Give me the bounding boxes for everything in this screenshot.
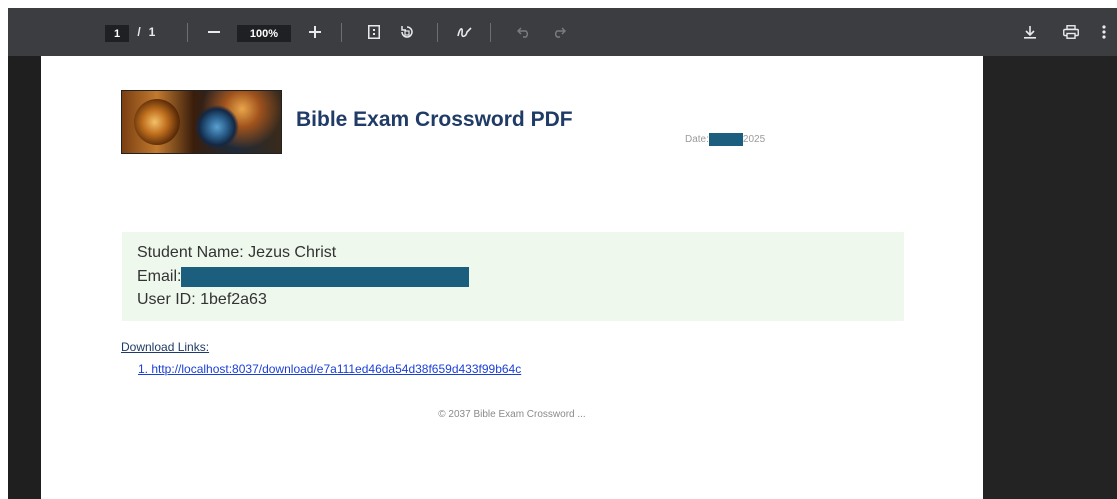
date-year: 2025 <box>742 134 766 145</box>
email-label: Email: <box>137 268 182 285</box>
fit-page-icon[interactable] <box>363 20 385 44</box>
email-redaction <box>181 267 470 287</box>
student-email: Email: <box>137 267 470 287</box>
draw-icon[interactable] <box>454 20 476 44</box>
toolbar-divider <box>187 23 188 42</box>
viewer-right-gutter <box>983 56 1117 499</box>
print-icon[interactable] <box>1060 20 1082 44</box>
pdf-viewer: 1 / 1 100% Bible Exam Crossword PDF Date… <box>8 8 1117 499</box>
more-vert-icon[interactable] <box>1097 20 1111 44</box>
document-title: Bible Exam Crossword PDF <box>296 108 573 131</box>
toolbar-divider <box>437 23 438 42</box>
student-user-id: User ID: 1bef2a63 <box>137 291 267 308</box>
student-name: Student Name: Jezus Christ <box>137 244 337 261</box>
page-total: 1 <box>148 25 156 39</box>
date-label: Date: <box>685 134 709 145</box>
download-link[interactable]: 1. http://localhost:8037/download/e7a111… <box>138 362 521 376</box>
page-number-input[interactable]: 1 <box>105 25 129 42</box>
minus-icon[interactable] <box>203 20 225 44</box>
document-viewport[interactable]: Bible Exam Crossword PDF Date: 2025 Stude… <box>8 56 1117 499</box>
rotate-icon[interactable] <box>396 20 418 44</box>
download-links-heading: Download Links: <box>121 340 210 354</box>
pdf-toolbar: 1 / 1 100% <box>8 8 1117 56</box>
zoom-level-input[interactable]: 100% <box>237 25 291 42</box>
toolbar-divider <box>341 23 342 42</box>
lion-image-detail <box>134 99 180 145</box>
viewer-left-gutter <box>8 56 41 499</box>
date-redaction <box>708 133 743 146</box>
redo-icon[interactable] <box>548 20 570 44</box>
pdf-page: Bible Exam Crossword PDF Date: 2025 Stude… <box>41 56 983 499</box>
document-footer: © 2037 Bible Exam Crossword ... <box>438 409 586 420</box>
page-separator: / <box>137 25 141 39</box>
student-info-box: Student Name: Jezus Christ Email: User I… <box>122 232 904 321</box>
toolbar-divider <box>490 23 491 42</box>
lion-globe-logo-image <box>121 90 282 154</box>
plus-icon[interactable] <box>304 20 326 44</box>
document-date: Date: 2025 <box>685 133 765 146</box>
download-icon[interactable] <box>1019 20 1041 44</box>
undo-icon[interactable] <box>513 20 535 44</box>
